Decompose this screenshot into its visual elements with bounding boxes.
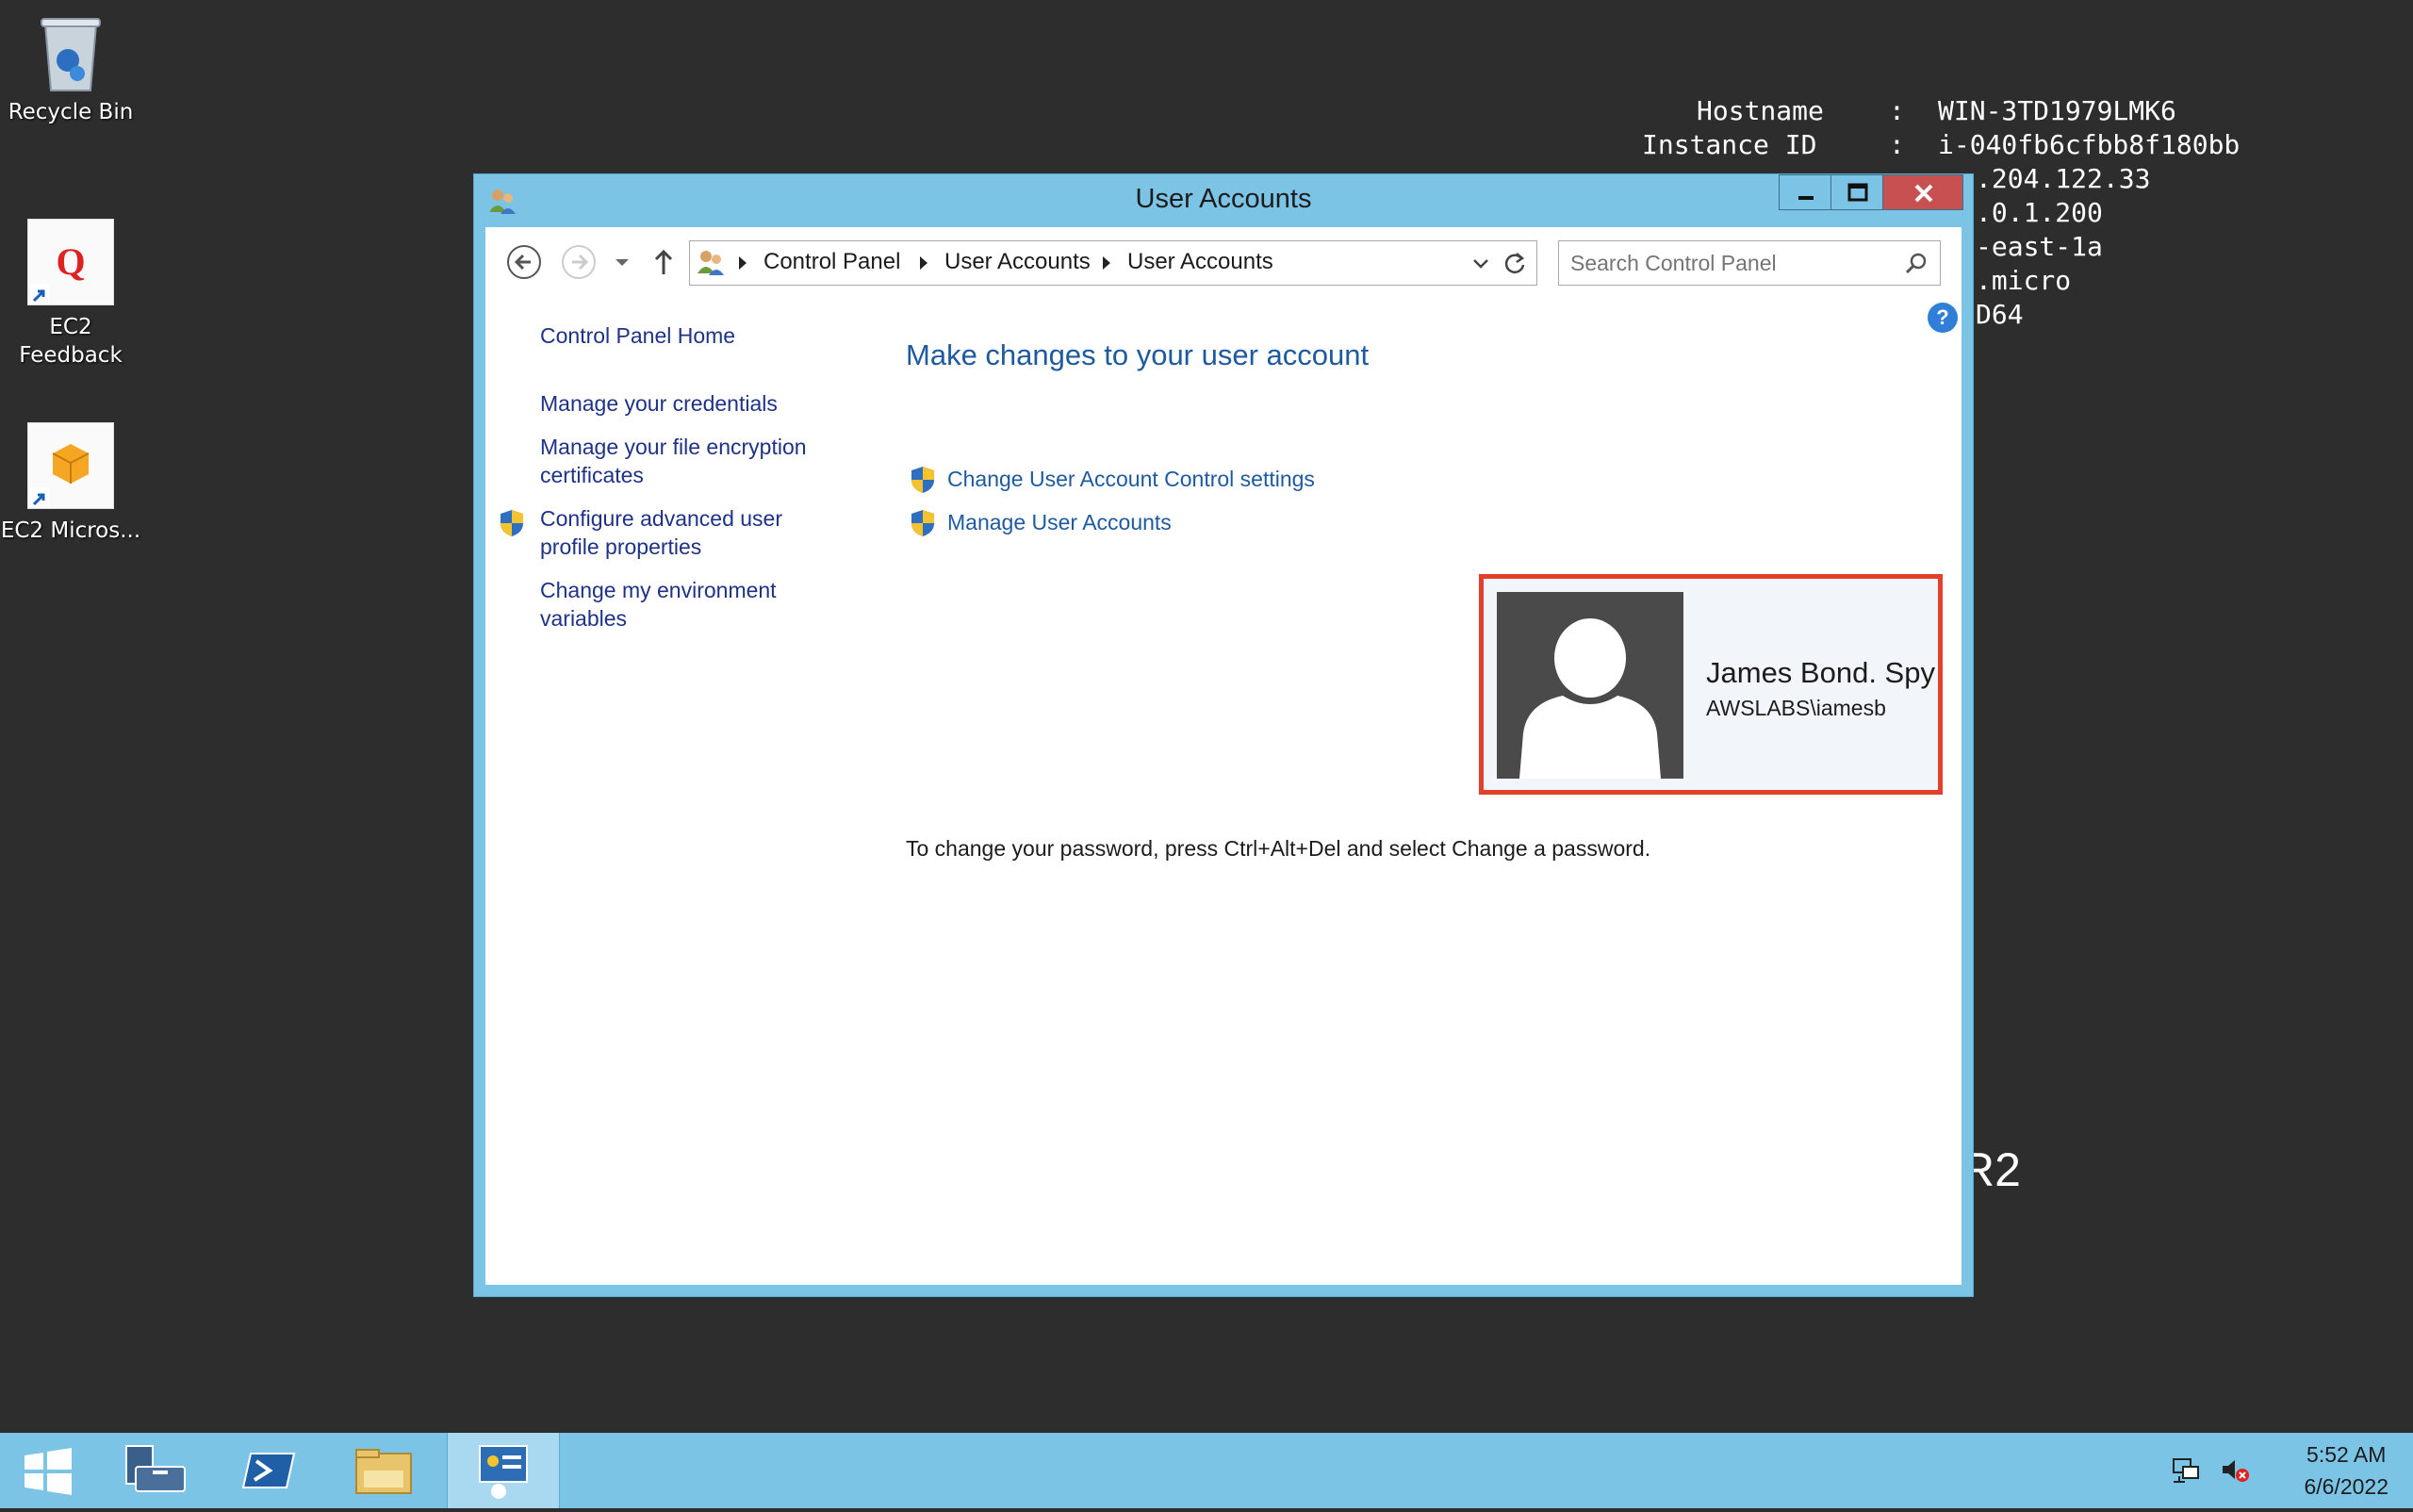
refresh-icon	[1504, 253, 1525, 273]
recent-locations-button[interactable]	[612, 244, 632, 280]
forward-button[interactable]	[561, 244, 597, 280]
link-manage-file-encryption[interactable]: Manage your file encryption certificates	[540, 433, 842, 489]
shortcut-arrow-icon	[30, 284, 49, 303]
desktop-icon-ec2-feedback[interactable]: Q EC2 Feedback	[0, 219, 141, 370]
ec2-feedback-label: EC2 Feedback	[19, 315, 123, 368]
taskbar-clock[interactable]: 5:52 AM 6/6/2022	[2304, 1438, 2388, 1503]
breadcrumb-control-panel[interactable]: Control Panel	[763, 249, 900, 275]
chevron-down-icon	[616, 259, 629, 266]
minimize-button[interactable]	[1779, 174, 1831, 210]
ec2-feedback-icon: Q	[27, 219, 114, 305]
bginfo-hostname: WIN-3TD1979LMK6	[1938, 95, 2176, 126]
user-avatar-icon	[1497, 592, 1683, 779]
navigation-bar: Control Panel User Accounts User Account…	[485, 227, 1962, 303]
help-icon[interactable]: ?	[1928, 303, 1958, 333]
window-title: User Accounts	[1135, 184, 1312, 214]
link-change-uac-settings[interactable]: Change User Account Control settings	[947, 467, 1315, 492]
chevron-down-icon	[1473, 259, 1488, 269]
maximize-button[interactable]	[1830, 174, 1883, 210]
breadcrumb-separator-icon	[1103, 256, 1110, 270]
bginfo-separator: :	[1889, 95, 1905, 126]
breadcrumb-separator-icon	[920, 256, 927, 270]
minimize-icon	[1798, 196, 1814, 200]
taskbar-powershell[interactable]	[213, 1433, 324, 1508]
recycle-bin-label: Recycle Bin	[8, 100, 134, 124]
back-button[interactable]	[506, 244, 542, 280]
taskbar: 5:52 AM 6/6/2022	[0, 1433, 2413, 1508]
search-box[interactable]	[1558, 240, 1941, 286]
maximize-icon	[1847, 183, 1868, 202]
taskbar-file-explorer[interactable]	[328, 1433, 439, 1508]
up-arrow-icon	[654, 249, 673, 274]
ec2-microsoft-windows-guide-icon	[27, 422, 114, 509]
control-panel-icon	[479, 1445, 528, 1499]
clock-time: 5:52 AM	[2306, 1442, 2387, 1467]
start-icon	[25, 1448, 72, 1495]
desktop-icon-ec2-microsoft[interactable]: EC2 Micros...	[0, 422, 141, 545]
bginfo-instance-id: i-040fb6cfbb8f180bb	[1938, 129, 2241, 160]
breadcrumb-user-accounts-current[interactable]: User Accounts	[1127, 249, 1273, 275]
up-button[interactable]	[646, 244, 681, 280]
close-icon	[1914, 184, 1933, 203]
bginfo-partial-line: .204.122.33	[1976, 163, 2151, 194]
file-explorer-icon	[355, 1449, 412, 1494]
powershell-icon	[241, 1453, 296, 1488]
address-bar[interactable]: Control Panel User Accounts User Account…	[689, 240, 1537, 286]
ec2-microsoft-label: EC2 Micros...	[0, 518, 141, 543]
link-configure-advanced-profile[interactable]: Configure advanced user profile properti…	[540, 504, 842, 561]
window-titlebar[interactable]: User Accounts	[474, 174, 1973, 225]
user-accounts-window: User Accounts Control Panel User Account…	[473, 173, 1974, 1297]
link-manage-credentials[interactable]: Manage your credentials	[540, 389, 842, 418]
network-icon[interactable]	[2170, 1454, 2202, 1486]
user-display-name: James Bond. Spy	[1706, 656, 1935, 689]
taskbar-server-manager[interactable]	[98, 1433, 209, 1508]
search-button[interactable]	[1904, 251, 1929, 279]
bginfo-hostname-label: Hostname	[1697, 95, 1824, 126]
password-hint: To change your password, press Ctrl+Alt+…	[906, 836, 1651, 861]
refresh-button[interactable]	[1502, 251, 1527, 279]
close-button[interactable]	[1882, 174, 1963, 210]
recycle-bin-icon	[40, 15, 102, 92]
shortcut-arrow-icon	[30, 487, 49, 506]
taskbar-control-panel[interactable]	[447, 1433, 560, 1508]
control-panel-icon	[696, 247, 726, 281]
start-button[interactable]	[0, 1433, 94, 1508]
page-title: Make changes to your user account	[906, 338, 1370, 371]
link-control-panel-home[interactable]: Control Panel Home	[540, 321, 842, 350]
bginfo-partial-line: D64	[1976, 299, 2024, 330]
desktop-icon-recycle-bin[interactable]: Recycle Bin	[0, 15, 141, 126]
bginfo-partial-line: .0.1.200	[1976, 197, 2103, 228]
address-history-button[interactable]	[1470, 253, 1491, 277]
bginfo-partial-line: .micro	[1976, 265, 2072, 296]
bginfo-partial-line: -east-1a	[1976, 231, 2103, 262]
link-change-environment-variables[interactable]: Change my environment variables	[540, 576, 842, 633]
current-user-card: James Bond. Spy AWSLABS\iamesb	[1479, 574, 1943, 795]
server-manager-icon	[125, 1445, 186, 1492]
uac-shield-icon	[499, 508, 525, 538]
back-arrow-icon	[507, 245, 541, 279]
breadcrumb-user-accounts[interactable]: User Accounts	[944, 249, 1091, 275]
user-account-id: AWSLABS\iamesb	[1706, 696, 1886, 720]
volume-muted-icon[interactable]	[2219, 1454, 2251, 1486]
uac-shield-icon	[910, 465, 936, 495]
link-manage-user-accounts[interactable]: Manage User Accounts	[947, 510, 1172, 535]
bginfo-separator: :	[1889, 129, 1905, 160]
breadcrumb-separator-icon	[739, 256, 747, 270]
window-content: Control Panel User Accounts User Account…	[485, 227, 1962, 1285]
search-input[interactable]	[1568, 247, 1893, 279]
clock-date: 6/6/2022	[2304, 1474, 2388, 1499]
bginfo-instance-label: Instance ID	[1642, 129, 1817, 160]
forward-arrow-icon	[562, 245, 596, 279]
search-icon	[1905, 253, 1927, 274]
uac-shield-icon	[910, 508, 936, 538]
svg-text:Q: Q	[56, 240, 85, 283]
